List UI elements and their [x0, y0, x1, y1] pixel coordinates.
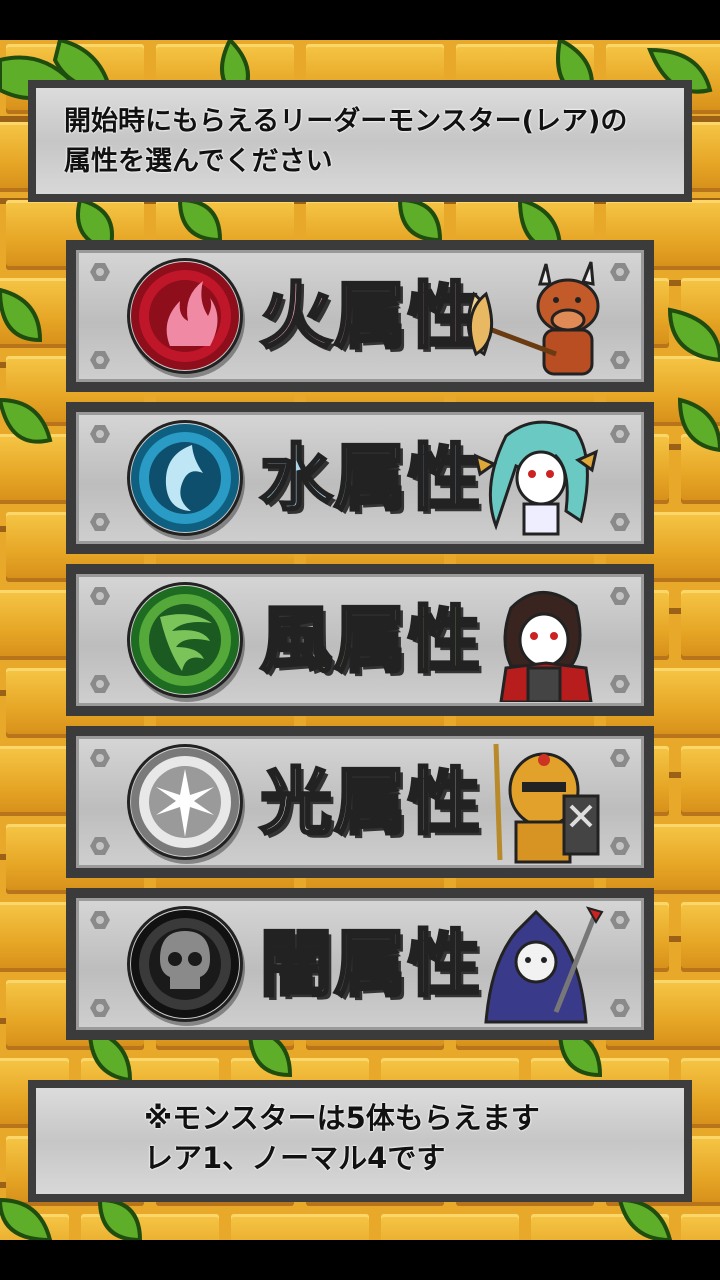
fire-attribute-label: 火属性 [258, 273, 483, 360]
bolt-icon [90, 587, 110, 605]
water-icon [130, 423, 240, 533]
bolt-icon [610, 911, 630, 929]
light-attribute-button[interactable]: 光属性 [66, 726, 654, 878]
bolt-icon [90, 351, 110, 369]
bolt-icon [610, 999, 630, 1017]
brick [0, 902, 69, 972]
brick [681, 1214, 720, 1240]
bolt-icon [90, 675, 110, 693]
info-text: ※モンスターは5体もらえます レア1、ノーマル4です [144, 1098, 540, 1178]
brick [0, 278, 69, 348]
brick [81, 1214, 219, 1240]
water-attribute-label: 水属性 [258, 435, 483, 522]
brick [681, 902, 720, 972]
bolt-icon [610, 749, 630, 767]
bolt-icon [90, 425, 110, 443]
water-attribute-button[interactable]: 水属性 [66, 402, 654, 554]
brick [0, 746, 69, 816]
bolt-icon [610, 263, 630, 281]
knight-monster [456, 740, 606, 864]
brick [681, 278, 720, 348]
bolt-icon [610, 513, 630, 531]
bolt-icon [610, 837, 630, 855]
bolt-icon [610, 587, 630, 605]
brick [0, 1214, 69, 1240]
instruction-line-1: 開始時にもらえるリーダーモンスター(レア)の [64, 106, 628, 137]
dark-attribute-button[interactable]: 闇属性 [66, 888, 654, 1040]
instruction-line-2: 属性を選んでください [64, 146, 333, 177]
info-panel: ※モンスターは5体もらえます レア1、ノーマル4です [28, 1080, 692, 1202]
vampire-monster [456, 578, 606, 702]
bolt-icon [90, 263, 110, 281]
wind-icon [130, 585, 240, 695]
instruction-panel: 開始時にもらえるリーダーモンスター(レア)の 属性を選んでください [28, 80, 692, 202]
info-line-2: レア1、ノーマル4です [144, 1141, 446, 1175]
game-background: 開始時にもらえるリーダーモンスター(レア)の 属性を選んでください 火属性 水属… [0, 40, 720, 1240]
brick [0, 434, 69, 504]
info-line-1: ※モンスターは5体もらえます [144, 1101, 540, 1135]
bolt-icon [90, 999, 110, 1017]
brick [531, 1214, 669, 1240]
instruction-text: 開始時にもらえるリーダーモンスター(レア)の 属性を選んでください [64, 102, 627, 182]
brick [381, 1214, 519, 1240]
bolt-icon [610, 351, 630, 369]
brick [681, 590, 720, 660]
brick [681, 746, 720, 816]
dark-skull-icon [130, 909, 240, 1019]
bolt-icon [90, 837, 110, 855]
dark-attribute-label: 闇属性 [258, 921, 483, 1008]
bolt-icon [90, 911, 110, 929]
fire-icon [130, 261, 240, 371]
light-attribute-label: 光属性 [258, 759, 483, 846]
bolt-icon [610, 675, 630, 693]
bolt-icon [90, 513, 110, 531]
bolt-icon [610, 425, 630, 443]
wind-attribute-button[interactable]: 風属性 [66, 564, 654, 716]
brick [681, 434, 720, 504]
minotaur-monster [456, 254, 606, 378]
brick [0, 590, 69, 660]
light-icon [130, 747, 240, 857]
reaper-monster [456, 902, 606, 1026]
fire-attribute-button[interactable]: 火属性 [66, 240, 654, 392]
bolt-icon [90, 749, 110, 767]
wind-attribute-label: 風属性 [258, 597, 483, 684]
brick [231, 1214, 369, 1240]
mermaid-monster [456, 416, 606, 540]
